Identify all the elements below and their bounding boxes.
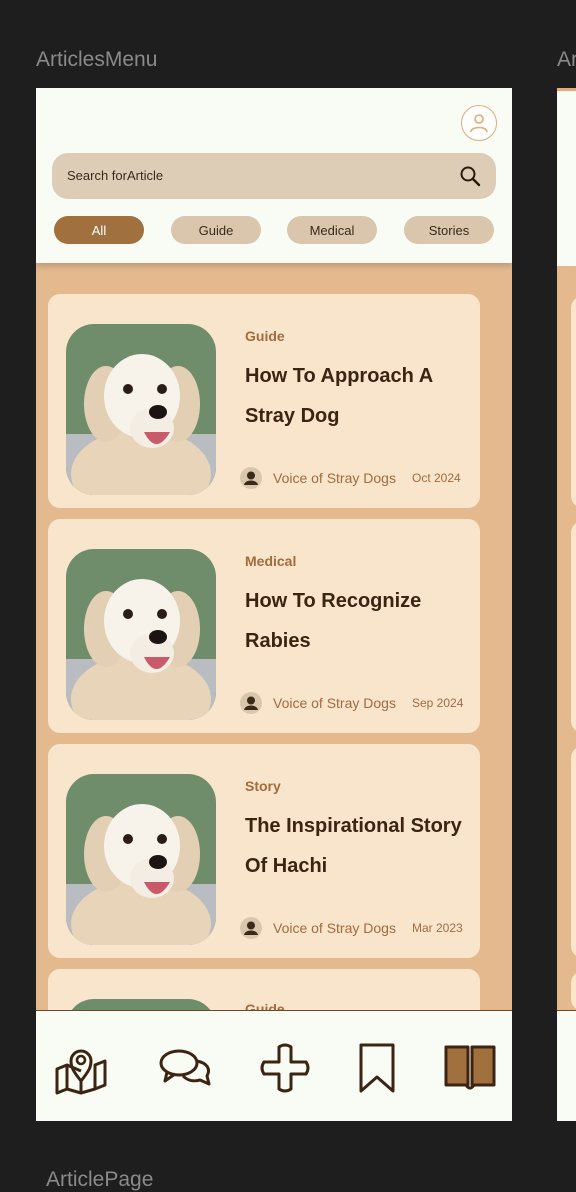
- filter-chip-medical[interactable]: Medical: [287, 216, 377, 244]
- article-thumbnail: [66, 999, 216, 1010]
- search-icon[interactable]: [458, 164, 482, 188]
- article-title[interactable]: The Inspirational Story Of Hachi: [245, 806, 465, 886]
- articles-menu-screen: Search forArticle All Guide Medical Stor…: [36, 88, 512, 1121]
- article-category: Story: [245, 778, 281, 794]
- profile-button[interactable]: [461, 105, 497, 141]
- article-category: Guide: [245, 1001, 285, 1010]
- author-avatar-icon: [240, 692, 262, 714]
- article-card[interactable]: Medical How To Recognize Rabies Voice of…: [48, 519, 480, 733]
- user-icon: [470, 114, 488, 133]
- article-author: Voice of Stray Dogs: [273, 695, 396, 711]
- article-category: Medical: [245, 553, 297, 569]
- bottom-navigation: [36, 1010, 512, 1121]
- nav-add-button[interactable]: [257, 1041, 313, 1097]
- book-icon: [444, 1045, 496, 1090]
- filter-chip-all[interactable]: All: [54, 216, 144, 244]
- map-pin-icon: [55, 1049, 107, 1095]
- nav-map-button[interactable]: [53, 1041, 109, 1097]
- article-category: Guide: [245, 328, 285, 344]
- search-bar[interactable]: Search forArticle: [52, 153, 496, 199]
- article-list[interactable]: Guide How To Approach A Stray Dog Voice …: [36, 263, 512, 1010]
- frame-label-article-page: ArticlePage: [46, 1168, 154, 1191]
- preview-card: [571, 746, 576, 958]
- article-date: Oct 2024: [412, 471, 461, 485]
- article-card[interactable]: Guide: [48, 969, 480, 1010]
- article-title[interactable]: How To Approach A Stray Dog: [245, 356, 465, 436]
- search-input[interactable]: Search forArticle: [67, 168, 163, 183]
- preview-card: [571, 971, 576, 1011]
- article-thumbnail: [66, 324, 216, 495]
- preview-card: [571, 521, 576, 733]
- nav-chat-button[interactable]: [157, 1041, 213, 1097]
- filter-chip-guide[interactable]: Guide: [171, 216, 261, 244]
- article-thumbnail: [66, 549, 216, 720]
- article-card[interactable]: Guide How To Approach A Stray Dog Voice …: [48, 294, 480, 508]
- next-screen-preview: [557, 88, 576, 1121]
- article-date: Sep 2024: [412, 696, 464, 710]
- frame-label-next: Ar: [557, 48, 576, 71]
- preview-nav: [557, 1010, 576, 1121]
- nav-bookmark-button[interactable]: [349, 1041, 405, 1097]
- article-author: Voice of Stray Dogs: [273, 920, 396, 936]
- article-card[interactable]: Story The Inspirational Story Of Hachi V…: [48, 744, 480, 958]
- article-thumbnail: [66, 774, 216, 945]
- article-title[interactable]: How To Recognize Rabies: [245, 581, 465, 661]
- plus-icon: [260, 1043, 310, 1093]
- author-avatar-icon: [240, 917, 262, 939]
- bookmark-icon: [359, 1043, 395, 1093]
- nav-articles-button[interactable]: [442, 1041, 498, 1097]
- frame-label-articles-menu: ArticlesMenu: [36, 48, 158, 71]
- preview-header: [557, 91, 576, 266]
- preview-card: [571, 296, 576, 508]
- header: Search forArticle All Guide Medical Stor…: [36, 88, 512, 263]
- chat-icon: [159, 1049, 211, 1086]
- filter-chip-stories[interactable]: Stories: [404, 216, 494, 244]
- author-avatar-icon: [240, 467, 262, 489]
- article-author: Voice of Stray Dogs: [273, 470, 396, 486]
- article-date: Mar 2023: [412, 921, 463, 935]
